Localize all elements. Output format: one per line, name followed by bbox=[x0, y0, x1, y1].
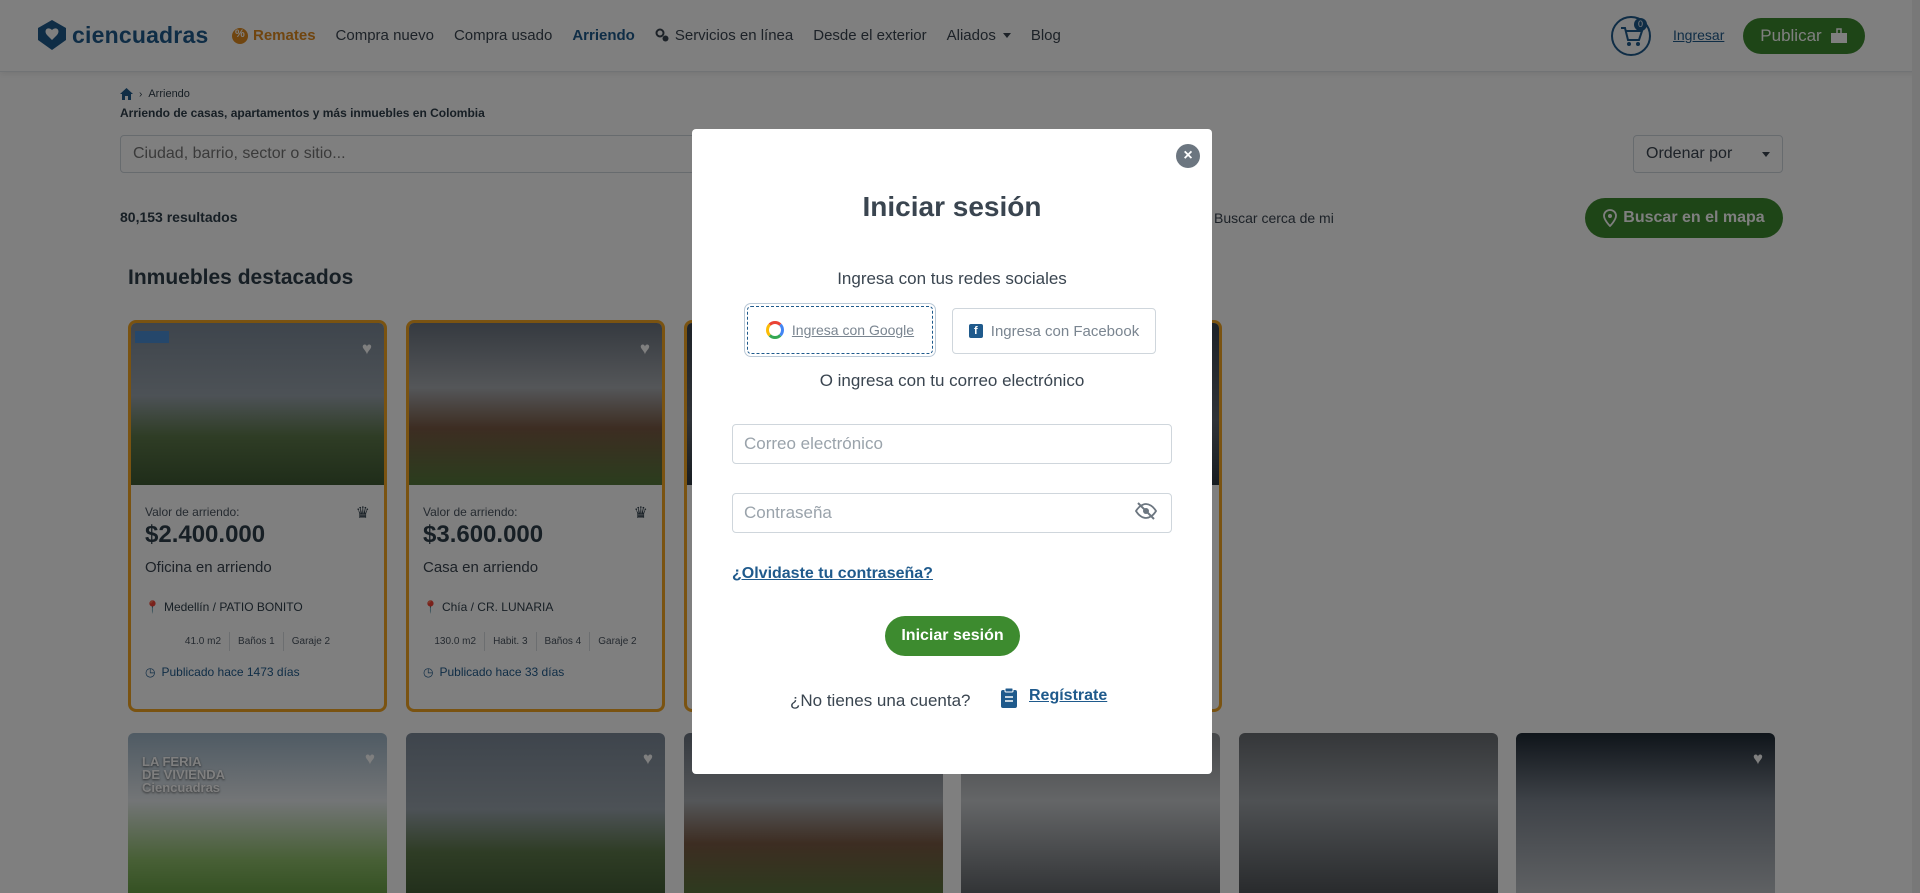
facebook-icon: f bbox=[968, 324, 983, 338]
google-login-button[interactable]: Ingresa con Google bbox=[744, 303, 936, 357]
eye-slash-icon[interactable] bbox=[1135, 501, 1157, 521]
modal-title: Iniciar sesión bbox=[862, 191, 1042, 222]
social-login-title: Ingresa con tus redes sociales bbox=[837, 269, 1067, 288]
google-icon bbox=[765, 321, 784, 339]
facebook-login-label: Ingresa con Facebook bbox=[990, 322, 1140, 340]
forgot-password-link[interactable]: ¿Olvidaste tu contraseña? bbox=[732, 565, 933, 583]
register-link[interactable]: Regístrate bbox=[1029, 687, 1107, 705]
no-account-text: ¿No tienes una cuenta? bbox=[790, 691, 971, 710]
email-login-title: O ingresa con tu correo electrónico bbox=[819, 371, 1085, 390]
close-icon[interactable]: × bbox=[1176, 144, 1200, 168]
login-modal: × Iniciar sesión Ingresa con tus redes s… bbox=[692, 129, 1212, 774]
password-field[interactable] bbox=[732, 493, 1172, 533]
google-login-label: Ingresa con Google bbox=[791, 322, 915, 338]
login-submit-button[interactable]: Iniciar sesión bbox=[885, 616, 1020, 656]
email-field[interactable] bbox=[732, 424, 1172, 464]
facebook-login-button[interactable]: f Ingresa con Facebook bbox=[952, 308, 1156, 354]
clipboard-icon bbox=[1001, 687, 1017, 708]
